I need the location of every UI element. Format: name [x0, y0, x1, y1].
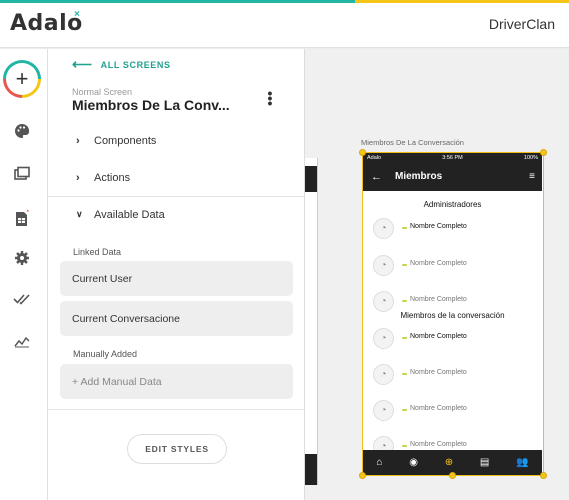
screens-icon[interactable]	[13, 166, 31, 184]
add-manual-data-button[interactable]: + Add Manual Data	[60, 364, 293, 399]
divider	[48, 409, 305, 410]
screen-properties-panel: ⟵ ALL SCREENS Normal Screen Miembros De …	[48, 49, 305, 500]
helmet-avatar-icon: ◔	[373, 328, 394, 349]
member-item[interactable]: ◔ Nombre Completo	[373, 400, 533, 422]
linked-data-label: Linked Data	[73, 247, 122, 257]
status-dot	[402, 373, 407, 375]
member-name: Nombre Completo	[410, 260, 467, 267]
resize-handle[interactable]	[540, 472, 547, 479]
member-item[interactable]: ◔ Nombre Completo	[373, 328, 533, 350]
member-item[interactable]: ◔ Nombre Completo	[373, 291, 533, 313]
add-component-button[interactable]: +	[3, 60, 41, 98]
status-dot	[402, 227, 407, 229]
helmet-avatar-icon: ◔	[373, 364, 394, 385]
brand-stripe-yellow	[355, 0, 569, 3]
manually-added-label: Manually Added	[73, 349, 138, 359]
chevron-right-icon: ›	[76, 171, 80, 184]
adjacent-screen-preview[interactable]	[305, 158, 318, 485]
section-components[interactable]: › Components	[48, 122, 305, 159]
section-title-admins: Administradores	[423, 200, 482, 209]
resize-handle[interactable]	[359, 472, 366, 479]
section-label: Available Data	[94, 208, 165, 221]
member-name: Nombre Completo	[410, 441, 467, 448]
chevron-down-icon: ∨	[76, 209, 83, 219]
menu-icon[interactable]: ≡	[529, 171, 535, 182]
palette-icon[interactable]	[13, 123, 31, 141]
resize-handle[interactable]	[540, 149, 547, 156]
arrow-left-icon: ⟵	[72, 56, 93, 72]
screen-name[interactable]: Miembros De La Conv...	[72, 97, 230, 113]
member-item[interactable]: ◔ Nombre Completo	[373, 255, 533, 277]
database-icon[interactable]	[13, 209, 31, 227]
status-dot	[402, 409, 407, 411]
member-item[interactable]: ◔ Nombre Completo	[373, 218, 533, 240]
linked-data-current-user[interactable]: Current User	[60, 261, 293, 296]
add-circle-icon[interactable]: ⊕	[445, 457, 453, 468]
member-item[interactable]: ◔ Nombre Completo	[373, 364, 533, 386]
status-dot	[402, 445, 407, 447]
brand-stripe-teal	[0, 0, 355, 3]
section-label: Components	[94, 134, 157, 147]
member-name: Nombre Completo	[410, 296, 467, 303]
helmet-avatar-icon: ◔	[373, 255, 394, 276]
app-name[interactable]: DriverClan	[489, 16, 555, 32]
section-available-data[interactable]: ∨ Available Data	[48, 196, 305, 233]
status-dot	[402, 337, 407, 339]
chat-icon[interactable]: ▤	[480, 457, 489, 468]
chart-icon[interactable]	[13, 334, 31, 352]
status-bar: Adalo 3:56 PM 100%	[363, 153, 542, 162]
resize-handle[interactable]	[359, 149, 366, 156]
gear-icon[interactable]	[13, 250, 31, 268]
member-name: Nombre Completo	[410, 405, 467, 412]
top-bar: Adalo × DriverClan	[0, 0, 569, 48]
resize-handle[interactable]	[449, 472, 456, 479]
logo-mark-icon: ×	[74, 9, 80, 20]
screen-frame-label[interactable]: Miembros De La Conversación	[361, 138, 464, 147]
double-check-icon[interactable]	[13, 292, 31, 310]
adalo-logo[interactable]: Adalo	[10, 11, 83, 36]
carrier: Adalo	[367, 154, 382, 161]
status-time: 3:56 PM	[442, 154, 463, 161]
all-screens-label: ALL SCREENS	[100, 59, 171, 70]
app-bar-title: Miembros	[395, 171, 443, 182]
section-label: Actions	[94, 171, 131, 184]
selected-screen-frame[interactable]: Adalo 3:56 PM 100% ← Miembros ≡ Administ…	[362, 152, 544, 476]
helmet-avatar-icon: ◔	[373, 400, 394, 421]
member-name: Nombre Completo	[410, 333, 467, 340]
chevron-right-icon: ›	[76, 134, 80, 147]
back-arrow-icon[interactable]: ←	[371, 171, 382, 183]
section-title-members: Miembros de la conversación	[400, 311, 505, 320]
home-icon[interactable]: ⌂	[376, 457, 382, 468]
left-toolbar: +	[0, 49, 48, 500]
plus-icon: +	[6, 63, 38, 95]
member-name: Nombre Completo	[410, 223, 467, 230]
status-dot	[402, 264, 407, 266]
compass-icon[interactable]: ◉	[409, 457, 418, 468]
app-bar[interactable]: ← Miembros ≡	[363, 162, 542, 191]
screen-type-label: Normal Screen	[72, 87, 133, 97]
people-icon[interactable]: 👥	[516, 457, 528, 468]
section-actions[interactable]: › Actions	[48, 159, 305, 196]
more-options-icon[interactable]: • • •	[265, 86, 275, 110]
all-screens-link[interactable]: ⟵ ALL SCREENS	[72, 56, 171, 73]
linked-data-current-conversacione[interactable]: Current Conversacione	[60, 301, 293, 336]
adjacent-screen-bottom-nav	[305, 454, 317, 485]
adjacent-screen-appbar	[305, 166, 317, 192]
status-dot	[402, 300, 407, 302]
edit-styles-button[interactable]: EDIT STYLES	[127, 434, 227, 464]
member-name: Nombre Completo	[410, 369, 467, 376]
helmet-avatar-icon: ◔	[373, 291, 394, 312]
helmet-avatar-icon: ◔	[373, 218, 394, 239]
battery: 100%	[523, 154, 538, 161]
